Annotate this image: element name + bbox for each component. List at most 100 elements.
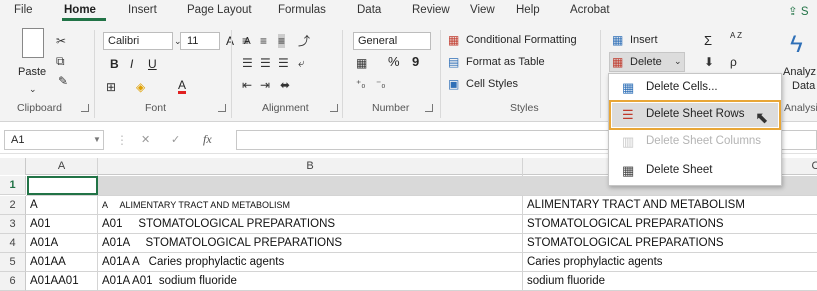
increase-indent-icon[interactable]: ⇥ [260, 78, 270, 92]
align-middle-icon[interactable]: ≡ [260, 34, 267, 48]
font-color-button[interactable]: A [178, 79, 187, 94]
clipboard-launcher-icon[interactable] [81, 104, 89, 112]
cell-a2[interactable]: A [30, 196, 38, 215]
menu-item-delete-cells[interactable]: ▦ Delete Cells... [612, 76, 778, 100]
name-box-chevron-icon[interactable]: ▼ [93, 133, 101, 147]
name-box[interactable]: A1 [4, 130, 104, 150]
cell-a5[interactable]: A01AA [30, 253, 66, 272]
menu-item-label: Delete Cells... [646, 81, 718, 93]
alignment-launcher-icon[interactable] [330, 104, 338, 112]
cell-c5[interactable]: Caries prophylactic agents [527, 253, 663, 272]
align-bottom-icon[interactable]: ≡ [278, 34, 286, 48]
borders-icon[interactable]: ⊞ [106, 80, 116, 94]
select-all-corner[interactable] [0, 158, 26, 175]
merge-center-icon[interactable]: ⬌ [280, 78, 290, 92]
group-separator [440, 30, 441, 118]
row-header-5[interactable]: 5 [0, 253, 26, 272]
tab-page-layout[interactable]: Page Layout [187, 4, 252, 16]
row-header-2[interactable]: 2 [0, 196, 26, 215]
font-name-select[interactable]: Calibri [103, 32, 173, 50]
italic-button[interactable]: I [130, 57, 133, 71]
orientation-icon[interactable]: ⤴ [298, 34, 310, 48]
row-header-3[interactable]: 3 [0, 215, 26, 234]
tab-home[interactable]: Home [64, 4, 96, 16]
tab-file[interactable]: File [14, 4, 33, 16]
cell-b5[interactable]: A01A A Caries prophylactic agents [102, 253, 284, 272]
analyze-data-icon[interactable]: ϟ [790, 32, 803, 58]
active-tab-indicator [62, 18, 106, 21]
accounting-format-icon[interactable]: ▦ [356, 56, 367, 70]
row-header-4[interactable]: 4 [0, 234, 26, 253]
menu-item-delete-sheet[interactable]: ▦ Delete Sheet [612, 159, 778, 183]
cut-icon[interactable]: ✂ [56, 34, 66, 48]
align-right-icon[interactable]: ☰ [278, 56, 289, 70]
tab-data[interactable]: Data [357, 4, 381, 16]
tab-insert[interactable]: Insert [128, 4, 157, 16]
font-launcher-icon[interactable] [218, 104, 226, 112]
font-size-select[interactable]: 11 [180, 32, 220, 50]
menu-item-delete-sheet-columns[interactable]: ▥ Delete Sheet Columns [612, 130, 778, 154]
fill-icon[interactable]: ⬇ [704, 55, 714, 69]
group-label-font: Font [145, 102, 167, 114]
chevron-down-icon[interactable]: ⌄ [29, 82, 37, 96]
sort-filter-button[interactable]: A Z [730, 32, 742, 40]
align-top-icon[interactable]: ≡ [242, 34, 249, 48]
format-as-table-button[interactable]: Format as Table [466, 56, 545, 68]
conditional-formatting-button[interactable]: Conditional Formatting [466, 34, 577, 46]
cell-c6[interactable]: sodium fluoride [527, 272, 605, 291]
number-format-value: General [358, 35, 398, 47]
tab-acrobat[interactable]: Acrobat [570, 4, 610, 16]
enter-button[interactable]: ✓ [171, 133, 180, 146]
cell-b4[interactable]: A01A STOMATOLOGICAL PREPARATIONS [102, 234, 342, 253]
delete-rows-icon: ☰ [622, 107, 634, 122]
grow-font-button[interactable]: A [226, 34, 234, 48]
cell-b3[interactable]: A01 STOMATOLOGICAL PREPARATIONS [102, 215, 335, 234]
row-header-1[interactable]: 1 [0, 176, 26, 195]
copy-icon[interactable]: ⧉ [56, 54, 65, 68]
cell-a3[interactable]: A01 [30, 215, 50, 234]
cell-b6[interactable]: A01A A01 sodium fluoride [102, 272, 237, 291]
insert-function-button[interactable]: fx [203, 132, 212, 147]
number-format-select[interactable]: General [353, 32, 431, 50]
cell-c3[interactable]: STOMATOLOGICAL PREPARATIONS [527, 215, 724, 234]
tab-review[interactable]: Review [412, 4, 450, 16]
bold-button[interactable]: B [110, 57, 119, 71]
more-dots-icon: ⋮ [116, 133, 128, 147]
tab-help[interactable]: Help [516, 4, 540, 16]
underline-button[interactable]: U [148, 57, 157, 71]
number-launcher-icon[interactable] [425, 104, 433, 112]
share-button[interactable]: ⇪ S [788, 4, 809, 18]
active-cell-a1[interactable] [27, 176, 98, 195]
comma-button[interactable]: 9 [412, 54, 419, 69]
cell-a6[interactable]: A01AA01 [30, 272, 79, 291]
paste-icon[interactable] [22, 28, 44, 58]
menu-item-label: Delete Sheet Columns [646, 135, 762, 147]
tab-formulas[interactable]: Formulas [278, 4, 326, 16]
increase-decimal-icon[interactable]: ⁺₀ [356, 78, 365, 92]
find-select-button[interactable]: ρ [730, 55, 737, 69]
chevron-down-icon: ⌄ [674, 56, 682, 66]
row-header-6[interactable]: 6 [0, 272, 26, 291]
paste-button[interactable]: Paste [18, 66, 46, 78]
align-center-icon[interactable]: ☰ [260, 56, 271, 70]
wrap-text-icon[interactable]: ⤶ [298, 56, 305, 70]
cell-c2[interactable]: ALIMENTARY TRACT AND METABOLISM [527, 196, 745, 215]
insert-button[interactable]: Insert [630, 34, 658, 46]
cell-styles-button[interactable]: Cell Styles [466, 78, 518, 90]
decrease-decimal-icon[interactable]: ⁻₀ [376, 78, 385, 92]
menu-item-delete-sheet-rows[interactable]: ☰ Delete Sheet Rows [609, 100, 781, 130]
decrease-indent-icon[interactable]: ⇤ [242, 78, 252, 92]
fill-color-icon[interactable]: ◈ [136, 80, 145, 94]
cell-c4[interactable]: STOMATOLOGICAL PREPARATIONS [527, 234, 724, 253]
percent-button[interactable]: % [388, 54, 400, 69]
cell-a4[interactable]: A01A [30, 234, 58, 253]
format-painter-icon[interactable]: ✎ [58, 74, 68, 88]
tab-view[interactable]: View [470, 4, 495, 16]
cancel-button[interactable]: ✕ [141, 133, 150, 146]
autosum-button[interactable]: Σ [704, 33, 712, 48]
align-left-icon[interactable]: ☰ [242, 56, 253, 70]
column-header-b[interactable]: B [98, 160, 522, 172]
font-size-value: 11 [187, 35, 199, 47]
cell-b2[interactable]: A ALIMENTARY TRACT AND METABOLISM [102, 196, 290, 215]
column-header-a[interactable]: A [26, 160, 97, 172]
